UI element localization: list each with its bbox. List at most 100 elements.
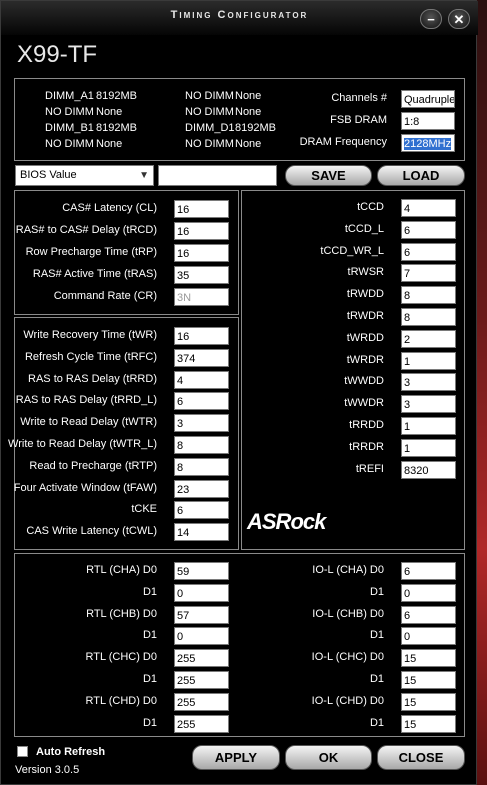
primary-timing-label: CAS# Latency (CL) bbox=[62, 202, 157, 214]
secondary-timing-field[interactable]: 14 bbox=[174, 523, 229, 542]
dimm-slot-label: NO DIMM bbox=[185, 138, 234, 150]
dram-frequency-label: DRAM Frequency bbox=[299, 136, 387, 148]
secondary-timing-label: Write Recovery Time (tWR) bbox=[23, 329, 157, 341]
io-l-label: D1 bbox=[369, 716, 384, 729]
dimm-slot-label: DIMM_B1 bbox=[45, 122, 94, 134]
secondary-timing-label: Four Activate Window (tFAW) bbox=[13, 481, 157, 494]
ok-button[interactable]: OK bbox=[285, 745, 372, 770]
tertiary-timing-label: tCCD_WR_L bbox=[320, 244, 384, 257]
tertiary-timing-label: tWRDD bbox=[346, 331, 384, 344]
rtl-field[interactable]: 255 bbox=[174, 714, 229, 733]
primary-timing-label: Row Precharge Time (tRP) bbox=[25, 246, 157, 258]
rtl-label: RTL (CHC) D0 bbox=[85, 651, 157, 664]
io-l-field[interactable]: 0 bbox=[401, 627, 456, 646]
rtl-label: D1 bbox=[142, 585, 157, 598]
secondary-timing-field[interactable]: 6 bbox=[174, 501, 229, 520]
tertiary-timing-label: tWWDD bbox=[344, 375, 384, 388]
tertiary-timing-field[interactable]: 3 bbox=[401, 395, 456, 414]
io-l-label: IO-L (CHB) D0 bbox=[312, 607, 384, 620]
tertiary-timing-field[interactable]: 1 bbox=[401, 438, 456, 457]
tertiary-timing-field[interactable]: 3 bbox=[401, 373, 456, 392]
tertiary-timing-label: tCCD_L bbox=[344, 222, 384, 235]
tertiary-timing-field[interactable]: 8320 bbox=[401, 460, 456, 479]
timing-configurator-window: Timing Configurator − ✕ X99-TF Channels … bbox=[0, 0, 478, 785]
primary-timing-label: Command Rate (CR) bbox=[53, 290, 157, 302]
rtl-field[interactable]: 57 bbox=[174, 605, 229, 624]
close-button[interactable]: CLOSE bbox=[377, 745, 465, 770]
tertiary-timing-field[interactable]: 1 bbox=[401, 351, 456, 370]
profile-select[interactable]: BIOS Value ▼ bbox=[15, 165, 154, 186]
dimm-slot-label: NO DIMM bbox=[45, 106, 94, 118]
tertiary-timing-field[interactable]: 1 bbox=[401, 417, 456, 435]
io-l-field[interactable]: 0 bbox=[401, 583, 456, 602]
dimm-size-value: None bbox=[96, 138, 123, 150]
close-window-button[interactable]: ✕ bbox=[448, 9, 470, 29]
primary-timing-field[interactable]: 16 bbox=[174, 200, 229, 218]
io-l-field[interactable]: 6 bbox=[401, 562, 456, 580]
secondary-timing-field[interactable]: 8 bbox=[174, 457, 229, 476]
dram-frequency-field: 2128MHz bbox=[401, 134, 455, 152]
tertiary-timing-label: tRWDD bbox=[346, 288, 384, 301]
secondary-timing-label: Write to Read Delay (tWTR) bbox=[20, 416, 157, 429]
primary-timing-field[interactable]: 16 bbox=[174, 244, 229, 262]
io-l-field[interactable]: 15 bbox=[401, 649, 456, 668]
secondary-timing-field[interactable]: 23 bbox=[174, 479, 229, 498]
auto-refresh-label: Auto Refresh bbox=[36, 746, 106, 758]
secondary-timing-field[interactable]: 6 bbox=[174, 392, 229, 411]
primary-timing-field[interactable]: 35 bbox=[174, 266, 229, 284]
secondary-timing-label: RAS to RAS Delay (tRRD_L) bbox=[15, 394, 157, 407]
io-l-label: D1 bbox=[369, 585, 384, 598]
auto-refresh-checkbox[interactable] bbox=[17, 746, 28, 757]
primary-timing-field[interactable]: 16 bbox=[174, 222, 229, 240]
tertiary-timing-field[interactable]: 6 bbox=[401, 242, 456, 261]
tertiary-timing-label: tWWDR bbox=[344, 397, 384, 410]
primary-timing-field[interactable]: 3N bbox=[174, 288, 229, 306]
profile-name-input[interactable] bbox=[158, 165, 277, 186]
rtl-field[interactable]: 255 bbox=[174, 649, 229, 668]
io-l-label: IO-L (CHA) D0 bbox=[312, 564, 384, 576]
channels-label: Channels # bbox=[331, 92, 387, 104]
save-button[interactable]: SAVE bbox=[285, 165, 372, 186]
secondary-timing-field[interactable]: 3 bbox=[174, 414, 229, 433]
io-l-label: D1 bbox=[369, 629, 384, 642]
rtl-label: D1 bbox=[142, 629, 157, 642]
board-model: X99-TF bbox=[17, 41, 98, 68]
io-l-field[interactable]: 6 bbox=[401, 605, 456, 624]
window-title: Timing Configurator bbox=[170, 9, 309, 21]
primary-timing-label: RAS# to CAS# Delay (tRCD) bbox=[15, 224, 157, 236]
primary-timing-label: RAS# Active Time (tRAS) bbox=[32, 268, 157, 280]
secondary-timing-field[interactable]: 16 bbox=[174, 327, 229, 345]
rtl-field[interactable]: 59 bbox=[174, 562, 229, 580]
tertiary-timing-field[interactable]: 4 bbox=[401, 199, 456, 217]
asrock-logo: ASRock bbox=[247, 509, 326, 534]
io-l-field[interactable]: 15 bbox=[401, 692, 456, 711]
apply-button[interactable]: APPLY bbox=[192, 745, 280, 770]
io-l-field[interactable]: 15 bbox=[401, 714, 456, 733]
rtl-label: RTL (CHA) D0 bbox=[86, 564, 157, 576]
dimm-slot-label: NO DIMM bbox=[185, 90, 234, 102]
io-l-field[interactable]: 15 bbox=[401, 671, 456, 689]
rtl-field[interactable]: 255 bbox=[174, 692, 229, 711]
dimm-size-value: 8192MB bbox=[96, 90, 137, 102]
secondary-timing-field[interactable]: 374 bbox=[174, 348, 229, 367]
minimize-button[interactable]: − bbox=[420, 9, 442, 29]
tertiary-timing-field[interactable]: 2 bbox=[401, 329, 456, 348]
rtl-label: RTL (CHB) D0 bbox=[86, 607, 157, 620]
tertiary-timing-field[interactable]: 8 bbox=[401, 286, 456, 305]
version-label: Version 3.0.5 bbox=[15, 764, 80, 776]
tertiary-timing-label: tRWSR bbox=[347, 266, 384, 279]
load-button[interactable]: LOAD bbox=[377, 165, 465, 186]
tertiary-timing-field[interactable]: 7 bbox=[401, 264, 456, 283]
secondary-timing-label: Write to Read Delay (tWTR_L) bbox=[8, 438, 157, 450]
secondary-timing-label: Refresh Cycle Time (tRFC) bbox=[24, 350, 157, 363]
tertiary-timing-field[interactable]: 8 bbox=[401, 308, 456, 326]
rtl-iol-panel bbox=[14, 553, 465, 737]
rtl-field[interactable]: 0 bbox=[174, 627, 229, 646]
tertiary-timing-field[interactable]: 6 bbox=[401, 220, 456, 239]
rtl-field[interactable]: 255 bbox=[174, 671, 229, 689]
tertiary-timing-label: tCCD bbox=[357, 201, 384, 213]
title-bar[interactable]: Timing Configurator − ✕ bbox=[1, 1, 478, 35]
secondary-timing-field[interactable]: 4 bbox=[174, 370, 229, 389]
secondary-timing-field[interactable]: 8 bbox=[174, 436, 229, 454]
rtl-field[interactable]: 0 bbox=[174, 583, 229, 602]
